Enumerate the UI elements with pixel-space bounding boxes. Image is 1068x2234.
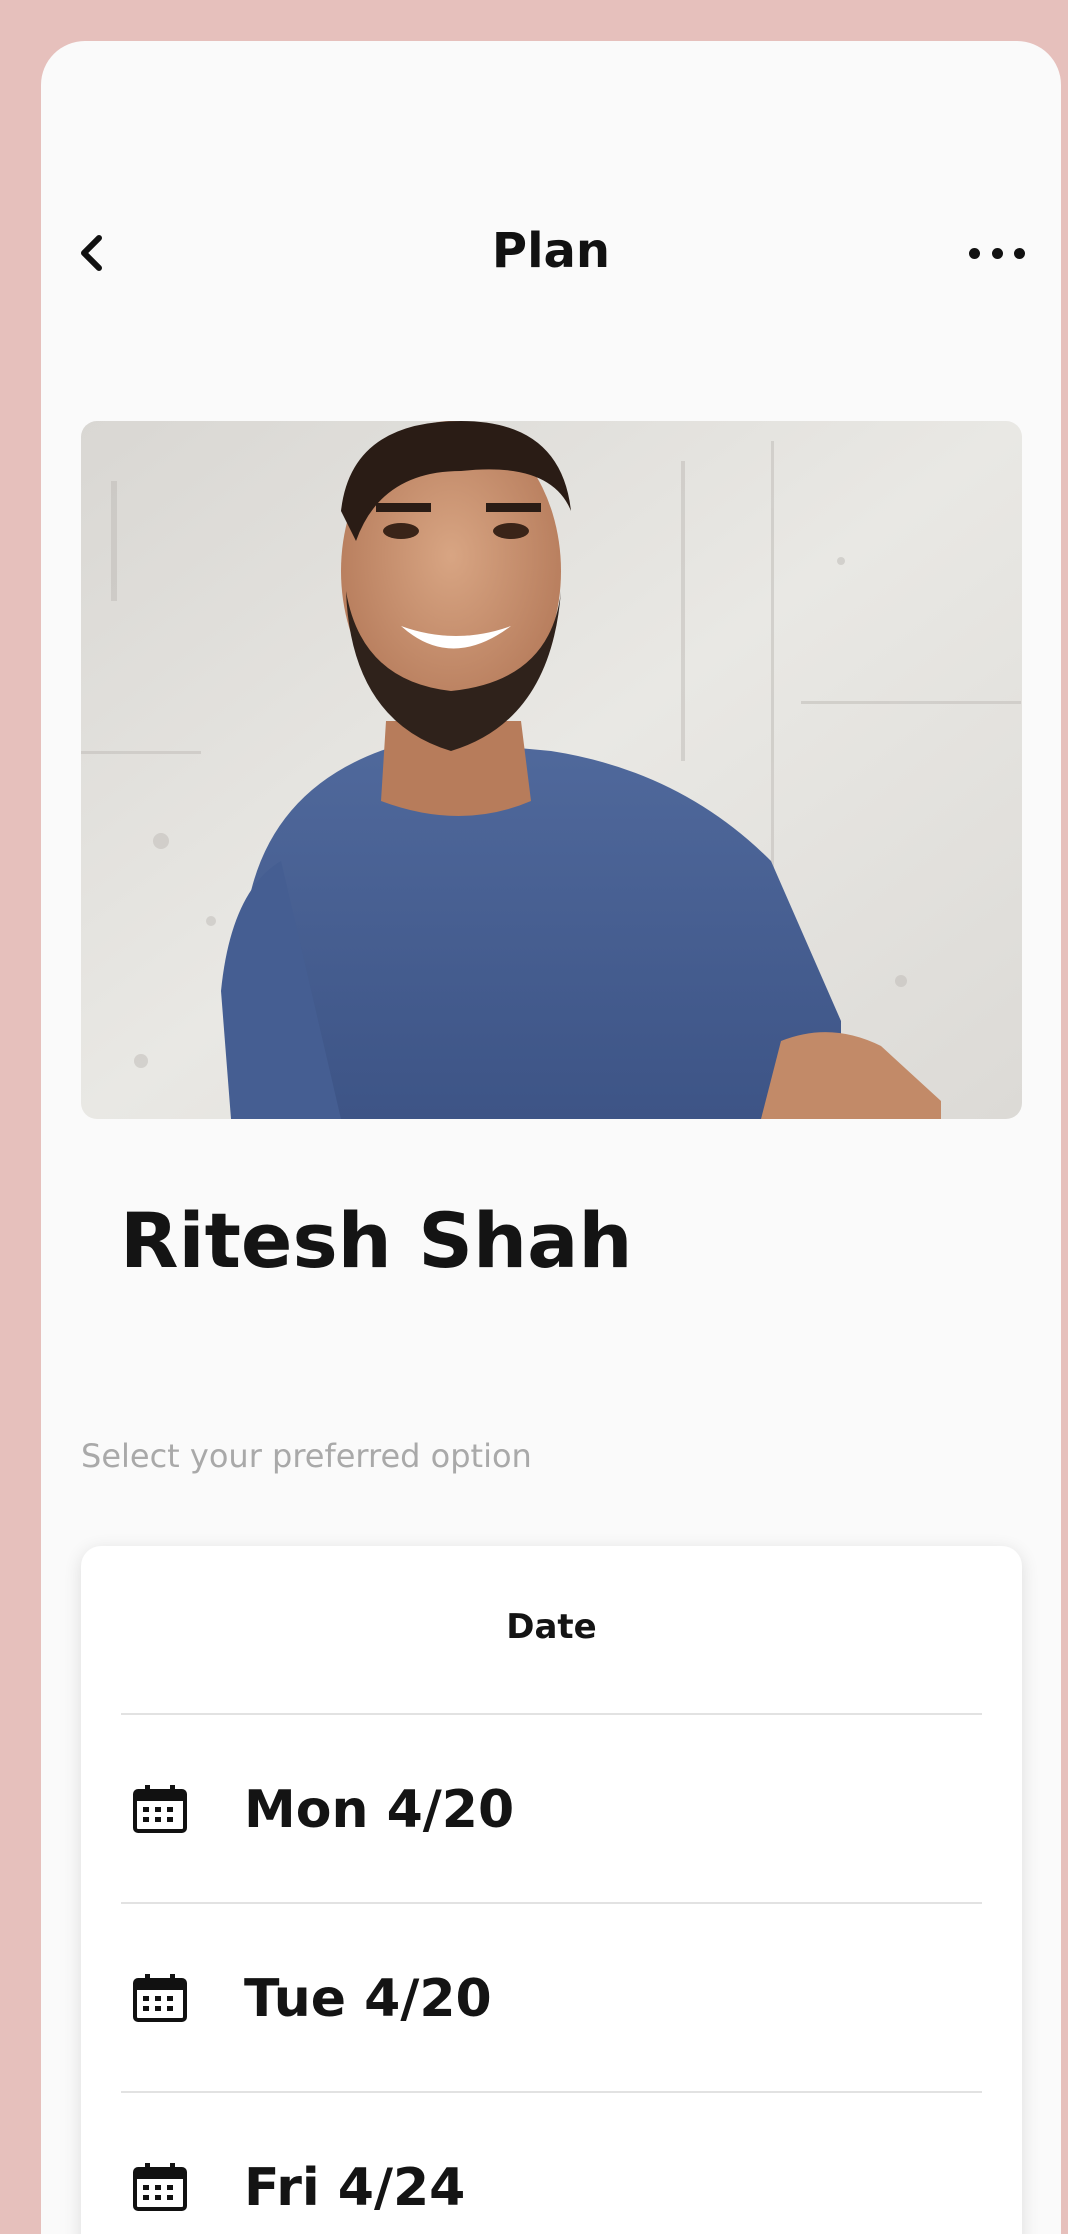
top-bar: Plan (41, 211, 1061, 291)
more-options-button[interactable] (969, 233, 1025, 273)
phone-screen: Plan Ritesh Shah Select your preferred o… (41, 41, 1061, 2234)
date-option-label: Fri 4/24 (244, 2158, 466, 2218)
more-horizontal-icon (969, 247, 980, 259)
chevron-left-icon (81, 235, 102, 271)
date-option-fri[interactable]: Fri 4/24 (81, 2093, 1022, 2234)
calendar-icon (133, 2163, 187, 2211)
page-title: Plan (491, 223, 611, 279)
calendar-icon (133, 1974, 187, 2022)
profile-name: Ritesh Shah (120, 1196, 633, 1285)
date-option-tue[interactable]: Tue 4/20 (81, 1904, 1022, 2090)
profile-photo (81, 421, 1022, 1119)
back-button[interactable] (71, 233, 111, 273)
select-prompt: Select your preferred option (81, 1437, 532, 1475)
calendar-icon (133, 1785, 187, 1833)
date-option-label: Mon 4/20 (244, 1780, 515, 1840)
date-options-card: Date Mon 4/20 Tue 4/20 Fri 4/24 (81, 1546, 1022, 2234)
date-option-label: Tue 4/20 (244, 1969, 492, 2029)
date-option-mon[interactable]: Mon 4/20 (81, 1715, 1022, 1901)
card-title: Date (506, 1607, 597, 1647)
